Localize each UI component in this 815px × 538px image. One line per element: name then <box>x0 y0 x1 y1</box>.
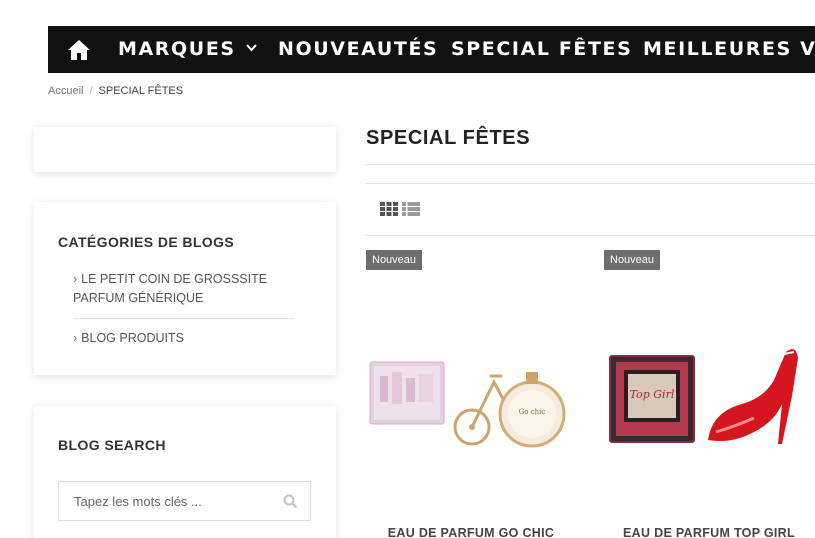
chevron-down-icon <box>245 44 257 52</box>
page-title: SPECIAL FÊTES <box>366 127 531 149</box>
search-icon[interactable] <box>283 494 298 509</box>
product-image[interactable]: Go chic <box>366 272 576 517</box>
blog-category-label: LE PETIT COIN DE GROSSSITE PARFUM GÉNÉRI… <box>73 272 268 305</box>
nav-item-label: MEILLEURES VENTES <box>643 38 815 60</box>
blog-search-title: BLOG SEARCH <box>58 437 166 453</box>
product-image[interactable]: Top Girl <box>604 272 814 517</box>
nav-item-label: MARQUES <box>118 38 236 60</box>
main-navigation: MARQUES NOUVEAUTÉS SPECIAL FÊTES MEILLEU… <box>48 26 815 73</box>
product-name[interactable]: EAU DE PARFUM GO CHIC <box>366 526 576 538</box>
product-name[interactable]: EAU DE PARFUM TOP GIRL <box>604 526 814 538</box>
chevron-right-icon: › <box>73 272 78 286</box>
blog-categories-widget: CATÉGORIES DE BLOGS › LE PETIT COIN DE GR… <box>34 202 336 375</box>
breadcrumb-separator: / <box>89 85 93 97</box>
nav-item-label: NOUVEAUTÉS <box>278 38 439 60</box>
blog-category-link[interactable]: › BLOG PRODUITS <box>73 329 295 348</box>
new-badge: Nouveau <box>366 250 423 270</box>
new-badge: Nouveau <box>604 250 661 270</box>
svg-text:Go chic: Go chic <box>519 408 546 416</box>
list-view-icon[interactable] <box>402 202 420 216</box>
grid-view-icon[interactable] <box>380 202 398 216</box>
blog-search-box <box>58 481 311 521</box>
breadcrumb-home-link[interactable]: Accueil <box>48 85 83 97</box>
product-view-toolbar <box>366 183 815 236</box>
chevron-right-icon: › <box>73 331 78 345</box>
nav-item-meilleures-ventes[interactable]: MEILLEURES VENTES <box>643 26 815 73</box>
product-card[interactable]: Top Girl Nouveau EAU DE PARFUM TOP GIRL <box>604 250 814 538</box>
nav-item-label: SPECIAL FÊTES <box>451 38 633 60</box>
nav-item-marques[interactable]: MARQUES <box>118 26 257 73</box>
divider <box>73 318 295 319</box>
blog-search-widget: BLOG SEARCH <box>34 406 336 538</box>
divider <box>366 164 815 165</box>
sidebar-empty-widget <box>34 127 336 172</box>
breadcrumb: Accueil / SPECIAL FÊTES <box>48 85 183 97</box>
blog-category-label: BLOG PRODUITS <box>81 331 184 345</box>
product-card[interactable]: Go chic Nouveau EAU DE PARFUM GO CHIC <box>366 250 576 538</box>
nav-item-nouveautes[interactable]: NOUVEAUTÉS <box>278 26 438 73</box>
blog-category-link[interactable]: › LE PETIT COIN DE GROSSSITE PARFUM GÉNÉR… <box>73 270 295 308</box>
svg-text:Top Girl: Top Girl <box>630 388 675 401</box>
blog-search-input[interactable] <box>59 482 269 520</box>
nav-item-special-fetes[interactable]: SPECIAL FÊTES <box>451 26 632 73</box>
blog-categories-title: CATÉGORIES DE BLOGS <box>58 234 235 250</box>
breadcrumb-current: SPECIAL FÊTES <box>98 85 184 97</box>
home-icon[interactable] <box>67 39 91 61</box>
